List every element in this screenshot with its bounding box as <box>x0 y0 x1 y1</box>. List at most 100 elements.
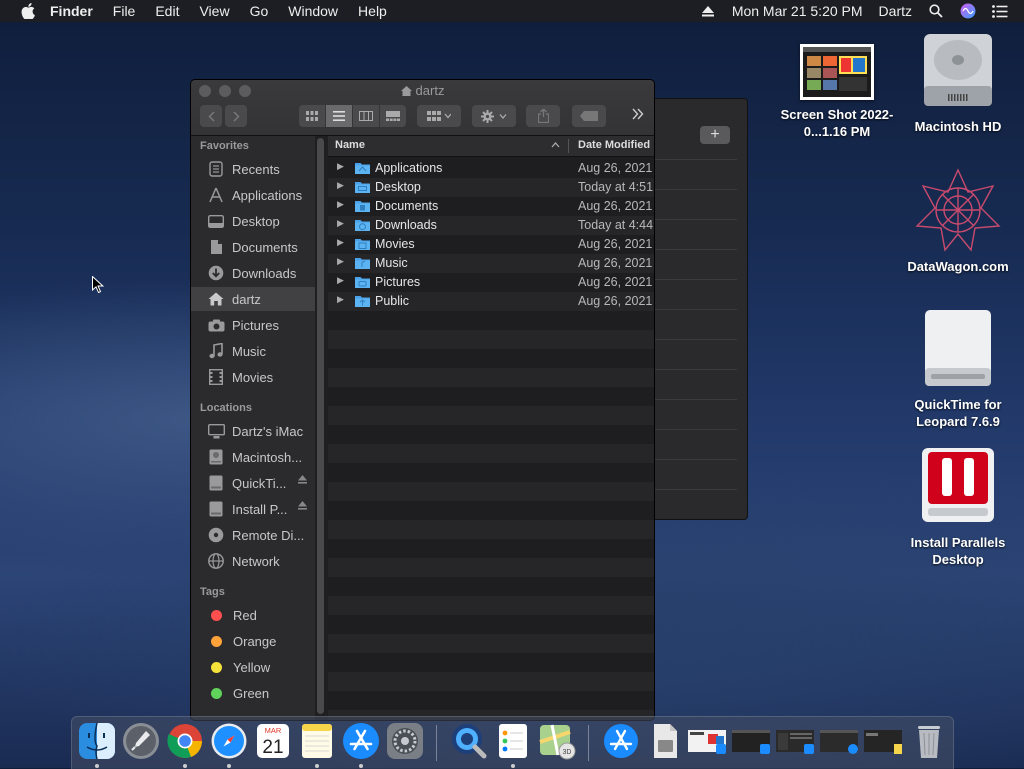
sidebar-tag-orange[interactable]: Orange <box>191 629 315 653</box>
menu-window[interactable]: Window <box>288 3 338 19</box>
add-button[interactable]: + <box>700 126 730 144</box>
share-button[interactable] <box>526 105 560 127</box>
dock-minimized-window-2[interactable] <box>732 722 770 760</box>
sidebar-item-install-parallels[interactable]: Install P... <box>191 497 315 521</box>
disclosure-triangle-icon[interactable]: ▶ <box>337 161 344 172</box>
dock-minimized-window-1[interactable] <box>688 722 726 760</box>
tag-button[interactable] <box>572 105 606 127</box>
sidebar-tag-yellow[interactable]: Yellow <box>191 655 315 679</box>
table-row[interactable]: ▶ Pictures Aug 26, 2021 <box>328 273 654 292</box>
menu-help[interactable]: Help <box>358 3 387 19</box>
tag-icon <box>580 111 598 121</box>
sidebar-item-documents[interactable]: Documents <box>191 235 315 259</box>
divider <box>651 279 737 280</box>
disclosure-triangle-icon[interactable]: ▶ <box>337 180 344 191</box>
dock-system-preferences-icon[interactable] <box>386 722 424 760</box>
sidebar-item-remote-disc[interactable]: Remote Di... <box>191 523 315 547</box>
file-name: Pictures <box>375 275 421 289</box>
dock-chrome-icon[interactable] <box>166 722 204 760</box>
disclosure-triangle-icon[interactable]: ▶ <box>337 199 344 210</box>
menu-clock[interactable]: Mon Mar 21 5:20 PM <box>732 3 863 19</box>
file-name: Public <box>375 294 410 308</box>
table-row[interactable]: ▶ Applications Aug 26, 2021 <box>328 159 654 178</box>
spotlight-search-icon[interactable] <box>928 3 944 19</box>
desktop-icon-parallels[interactable]: Install Parallels Desktop <box>898 444 1018 568</box>
dock-minimized-window-3[interactable] <box>776 722 814 760</box>
column-header-date[interactable]: Date Modified <box>578 139 650 151</box>
notification-center-icon[interactable] <box>992 3 1008 19</box>
menu-view[interactable]: View <box>199 3 229 19</box>
group-by-button[interactable] <box>417 105 461 127</box>
eject-icon[interactable] <box>298 475 307 487</box>
dock-app-store-downloads-icon[interactable] <box>602 722 640 760</box>
dock-reminders-icon[interactable] <box>494 722 532 760</box>
disclosure-triangle-icon[interactable]: ▶ <box>337 256 344 267</box>
dock-notes-icon[interactable] <box>298 722 336 760</box>
forward-button[interactable] <box>225 105 247 127</box>
sidebar-item-network[interactable]: Network <box>191 549 315 573</box>
menu-app-name[interactable]: Finder <box>50 3 93 19</box>
dock-minimized-window-5[interactable] <box>864 722 902 760</box>
applications-icon <box>207 186 225 204</box>
sidebar-item-quicktime[interactable]: QuickTi... <box>191 471 315 495</box>
disclosure-triangle-icon[interactable]: ▶ <box>337 275 344 286</box>
title-bar[interactable]: dartz <box>191 80 654 136</box>
dock-launchpad-icon[interactable] <box>122 722 160 760</box>
action-button[interactable] <box>472 105 516 127</box>
column-view-button[interactable] <box>353 105 379 127</box>
dock-minimized-window-4[interactable] <box>820 722 858 760</box>
table-row[interactable]: ▶ Movies Aug 26, 2021 <box>328 235 654 254</box>
desktop-icon-screenshot[interactable]: Screen Shot 2022-0...1.16 PM <box>777 44 897 140</box>
disclosure-triangle-icon[interactable]: ▶ <box>337 294 344 305</box>
sidebar-item-macintosh-hd[interactable]: Macintosh... <box>191 445 315 469</box>
sidebar-item-imac[interactable]: Dartz's iMac <box>191 419 315 443</box>
sidebar-item-applications[interactable]: Applications <box>191 183 315 207</box>
column-divider[interactable] <box>568 139 569 153</box>
disclosure-triangle-icon[interactable]: ▶ <box>337 218 344 229</box>
sidebar-item-desktop[interactable]: Desktop <box>191 209 315 233</box>
dock-trash-icon[interactable] <box>910 722 948 760</box>
table-row[interactable]: ▶ Public Aug 26, 2021 <box>328 292 654 311</box>
sidebar-tag-green[interactable]: Green <box>191 681 315 705</box>
list-view-button[interactable] <box>326 105 352 127</box>
background-window[interactable]: + <box>640 98 748 520</box>
siri-icon[interactable] <box>960 3 976 19</box>
sidebar-item-music[interactable]: Music <box>191 339 315 363</box>
sidebar-tag-red[interactable]: Red <box>191 603 315 627</box>
list-icon <box>333 111 345 121</box>
dock-app-store-icon[interactable] <box>342 722 380 760</box>
menu-go[interactable]: Go <box>250 3 269 19</box>
toolbar-overflow-icon[interactable] <box>632 107 644 125</box>
menu-user[interactable]: Dartz <box>879 3 912 19</box>
empty-row <box>328 634 654 653</box>
dock-maps-icon[interactable]: 3D <box>538 722 576 760</box>
desktop-icon-datawagon[interactable]: DataWagon.com <box>898 168 1018 275</box>
table-row[interactable]: ▶ Downloads Today at 4:44 <box>328 216 654 235</box>
sidebar-item-pictures[interactable]: Pictures <box>191 313 315 337</box>
column-header-name[interactable]: Name <box>335 139 365 151</box>
sidebar-scrollbar[interactable] <box>317 138 324 714</box>
dock-calendar-icon[interactable]: MAR 21 <box>254 722 292 760</box>
sidebar-item-recents[interactable]: Recents <box>191 157 315 181</box>
eject-icon[interactable] <box>298 501 307 513</box>
sidebar-item-movies[interactable]: Movies <box>191 365 315 389</box>
menu-edit[interactable]: Edit <box>155 3 179 19</box>
table-row[interactable]: ▶ Music Aug 26, 2021 <box>328 254 654 273</box>
dock-safari-icon[interactable] <box>210 722 248 760</box>
menu-file[interactable]: File <box>113 3 136 19</box>
eject-icon[interactable] <box>700 3 716 19</box>
sidebar-item-home[interactable]: dartz <box>191 287 315 311</box>
gallery-view-button[interactable] <box>380 105 406 127</box>
sidebar-item-downloads[interactable]: Downloads <box>191 261 315 285</box>
table-row[interactable]: ▶ Desktop Today at 4:51 <box>328 178 654 197</box>
desktop-icon-quicktime[interactable]: QuickTime for Leopard 7.6.9 <box>898 308 1018 430</box>
apple-menu-icon[interactable] <box>20 3 36 19</box>
dock-finder-icon[interactable] <box>78 722 116 760</box>
dock-document-icon[interactable] <box>646 722 684 760</box>
disclosure-triangle-icon[interactable]: ▶ <box>337 237 344 248</box>
desktop-icon-macintosh-hd[interactable]: Macintosh HD <box>898 32 1018 135</box>
back-button[interactable] <box>200 105 222 127</box>
dock-quicktime-icon[interactable] <box>450 722 488 760</box>
icon-view-button[interactable] <box>299 105 325 127</box>
table-row[interactable]: ▶ Documents Aug 26, 2021 <box>328 197 654 216</box>
